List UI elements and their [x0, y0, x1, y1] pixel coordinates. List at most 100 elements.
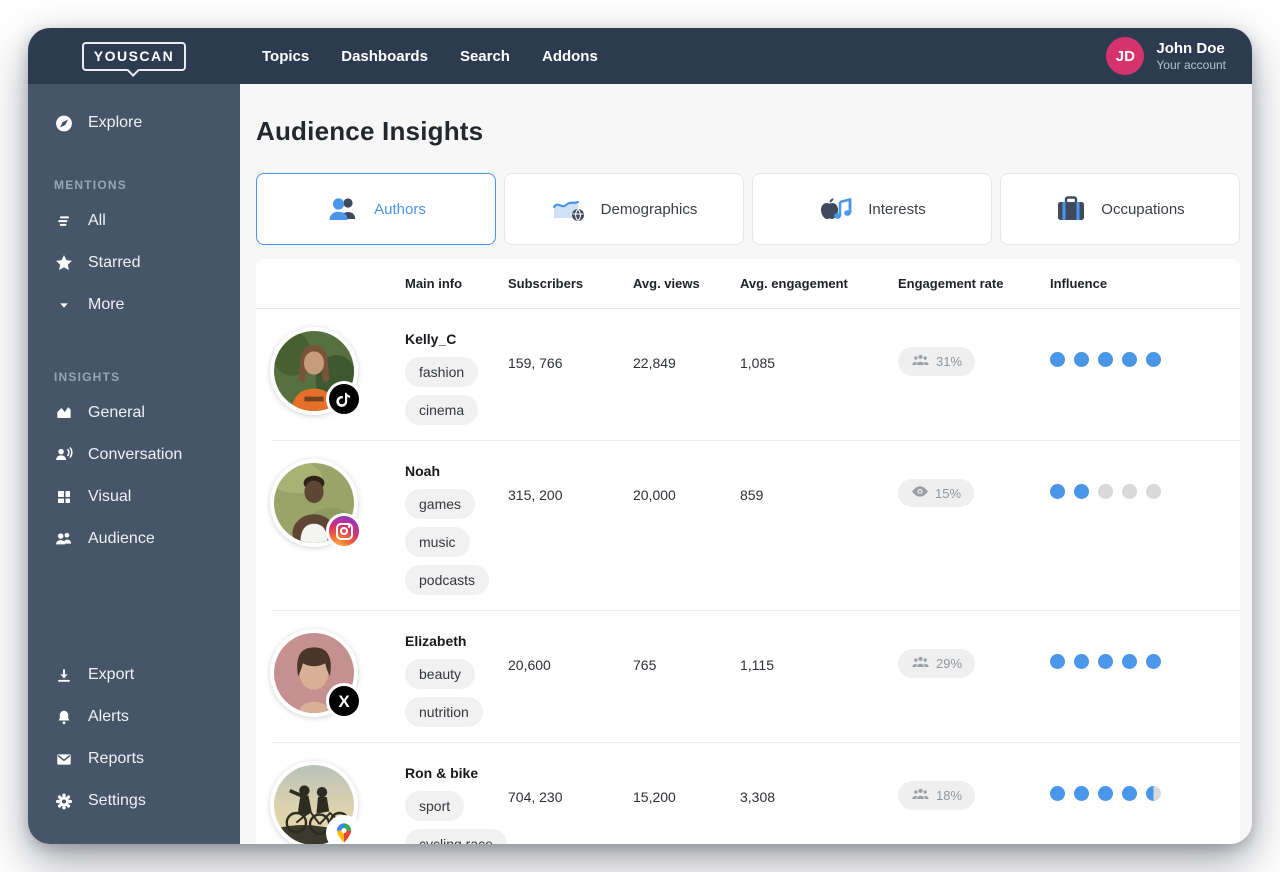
- nav-dashboards[interactable]: Dashboards: [341, 48, 428, 65]
- nav-addons[interactable]: Addons: [542, 48, 598, 65]
- influence-dot: [1074, 484, 1089, 499]
- influence-dot: [1098, 352, 1113, 367]
- influence-dot: [1050, 786, 1065, 801]
- sidebar-item-label: All: [88, 212, 106, 230]
- influence-dot: [1122, 484, 1137, 499]
- sidebar-item-general[interactable]: General: [54, 392, 240, 434]
- author-avatar-cell: [256, 759, 405, 844]
- author-row[interactable]: XElizabethbeautynutrition20,6007651,1152…: [256, 611, 1240, 743]
- tab-interests[interactable]: Interests: [752, 173, 992, 245]
- column-header-influence: Influence: [1050, 276, 1240, 291]
- author-avatar-cell: [256, 457, 405, 595]
- sidebar-item-more[interactable]: More: [54, 284, 240, 326]
- tab-occupations[interactable]: Occupations: [1000, 173, 1240, 245]
- avg-engagement-value: 1,115: [740, 627, 898, 727]
- sidebar-item-label: Reports: [88, 750, 144, 768]
- tab-label: Interests: [868, 201, 926, 218]
- engagement-rate-cell: 31%: [898, 325, 1050, 425]
- author-avatar: [270, 327, 358, 415]
- avg-engagement-value: 3,308: [740, 759, 898, 844]
- sidebar-item-label: Explore: [88, 114, 142, 132]
- engagement-rate-cell: 29%: [898, 627, 1050, 727]
- page-title: Audience Insights: [256, 116, 1240, 147]
- influence-dot: [1122, 654, 1137, 669]
- sidebar-item-label: Export: [88, 666, 134, 684]
- account-menu[interactable]: JD John Doe Your account: [1106, 37, 1252, 75]
- author-tags: gamesmusicpodcasts: [405, 489, 508, 595]
- author-name: Elizabeth: [405, 633, 508, 649]
- nav-search[interactable]: Search: [460, 48, 510, 65]
- influence-rating: [1050, 786, 1240, 801]
- people-group-icon: [911, 787, 930, 804]
- author-main-info: Ron & bike sportcycling race: [405, 759, 508, 844]
- author-name: Kelly_C: [405, 331, 508, 347]
- influence-dot: [1146, 654, 1161, 669]
- sidebar-item-starred[interactable]: Starred: [54, 242, 240, 284]
- tab-authors[interactable]: Authors: [256, 173, 496, 245]
- topic-tag: sport: [405, 791, 464, 821]
- area-chart-icon: [54, 403, 74, 423]
- chevron-down-icon: [54, 295, 74, 315]
- engagement-rate-badge: 18%: [898, 781, 975, 810]
- sidebar-item-explore[interactable]: Explore: [54, 102, 240, 144]
- page-background: YOUSCAN Topics Dashboards Search Addons …: [0, 0, 1280, 872]
- influence-dot: [1146, 352, 1161, 367]
- googlemaps-badge-icon: [326, 815, 362, 844]
- engagement-rate-value: 31%: [936, 354, 962, 369]
- author-avatar: [270, 459, 358, 547]
- sidebar-item-reports[interactable]: Reports: [54, 738, 240, 780]
- sidebar-item-label: Alerts: [88, 708, 129, 726]
- subscribers-value: 20,600: [508, 627, 633, 727]
- column-header-subscribers: Subscribers: [508, 276, 633, 291]
- author-row[interactable]: Ron & bikesportcycling race704, 23015,20…: [256, 743, 1240, 844]
- author-row[interactable]: Noahgamesmusicpodcasts315, 20020,0008591…: [256, 441, 1240, 611]
- sidebar-item-conversation[interactable]: Conversation: [54, 434, 240, 476]
- influence-dot: [1050, 484, 1065, 499]
- sidebar-item-audience[interactable]: Audience: [54, 518, 240, 560]
- avg-views-value: 22,849: [633, 325, 740, 425]
- avg-views-value: 20,000: [633, 457, 740, 595]
- engagement-rate-value: 29%: [936, 656, 962, 671]
- table-header-row: Main info Subscribers Avg. views Avg. en…: [256, 259, 1240, 309]
- youscan-logo[interactable]: YOUSCAN: [82, 42, 187, 71]
- engagement-rate-badge: 31%: [898, 347, 975, 376]
- tab-demographics[interactable]: Demographics: [504, 173, 744, 245]
- influence-dot: [1098, 654, 1113, 669]
- sidebar-item-settings[interactable]: Settings: [54, 780, 240, 822]
- nav-topics[interactable]: Topics: [262, 48, 309, 65]
- influence-dot: [1122, 352, 1137, 367]
- author-tags: sportcycling race: [405, 791, 508, 844]
- sidebar-item-all[interactable]: All: [54, 200, 240, 242]
- sidebar-item-label: General: [88, 404, 145, 422]
- engagement-rate-value: 15%: [935, 486, 961, 501]
- grid-icon: [54, 488, 74, 506]
- author-row[interactable]: Kelly_Cfashioncinema159, 76622,8491,0853…: [256, 309, 1240, 441]
- author-name: Ron & bike: [405, 765, 508, 781]
- instagram-badge-icon: [326, 513, 362, 549]
- insight-tabs: Authors Demographics Interests Occupatio…: [256, 173, 1240, 245]
- author-tags: fashioncinema: [405, 357, 508, 425]
- logo-area: YOUSCAN: [28, 28, 240, 84]
- influence-dot: [1098, 786, 1113, 801]
- top-navigation: Topics Dashboards Search Addons: [240, 48, 1106, 65]
- sidebar-item-visual[interactable]: Visual: [54, 476, 240, 518]
- column-header-main-info: Main info: [405, 276, 508, 291]
- sidebar-item-export[interactable]: Export: [54, 654, 240, 696]
- author-avatar: X: [270, 629, 358, 717]
- download-icon: [54, 666, 74, 685]
- top-bar: YOUSCAN Topics Dashboards Search Addons …: [28, 28, 1252, 84]
- influence-dot: [1074, 352, 1089, 367]
- influence-cell: [1050, 627, 1240, 727]
- topic-tag: music: [405, 527, 470, 557]
- sidebar-item-alerts[interactable]: Alerts: [54, 696, 240, 738]
- subscribers-value: 159, 766: [508, 325, 633, 425]
- author-avatar: [270, 761, 358, 844]
- influence-cell: [1050, 457, 1240, 595]
- influence-dot: [1050, 654, 1065, 669]
- demographics-icon: [551, 194, 587, 224]
- author-tags: beautynutrition: [405, 659, 508, 727]
- influence-dot: [1074, 654, 1089, 669]
- account-text: John Doe Your account: [1156, 40, 1226, 72]
- influence-dot: [1050, 352, 1065, 367]
- user-avatar[interactable]: JD: [1106, 37, 1144, 75]
